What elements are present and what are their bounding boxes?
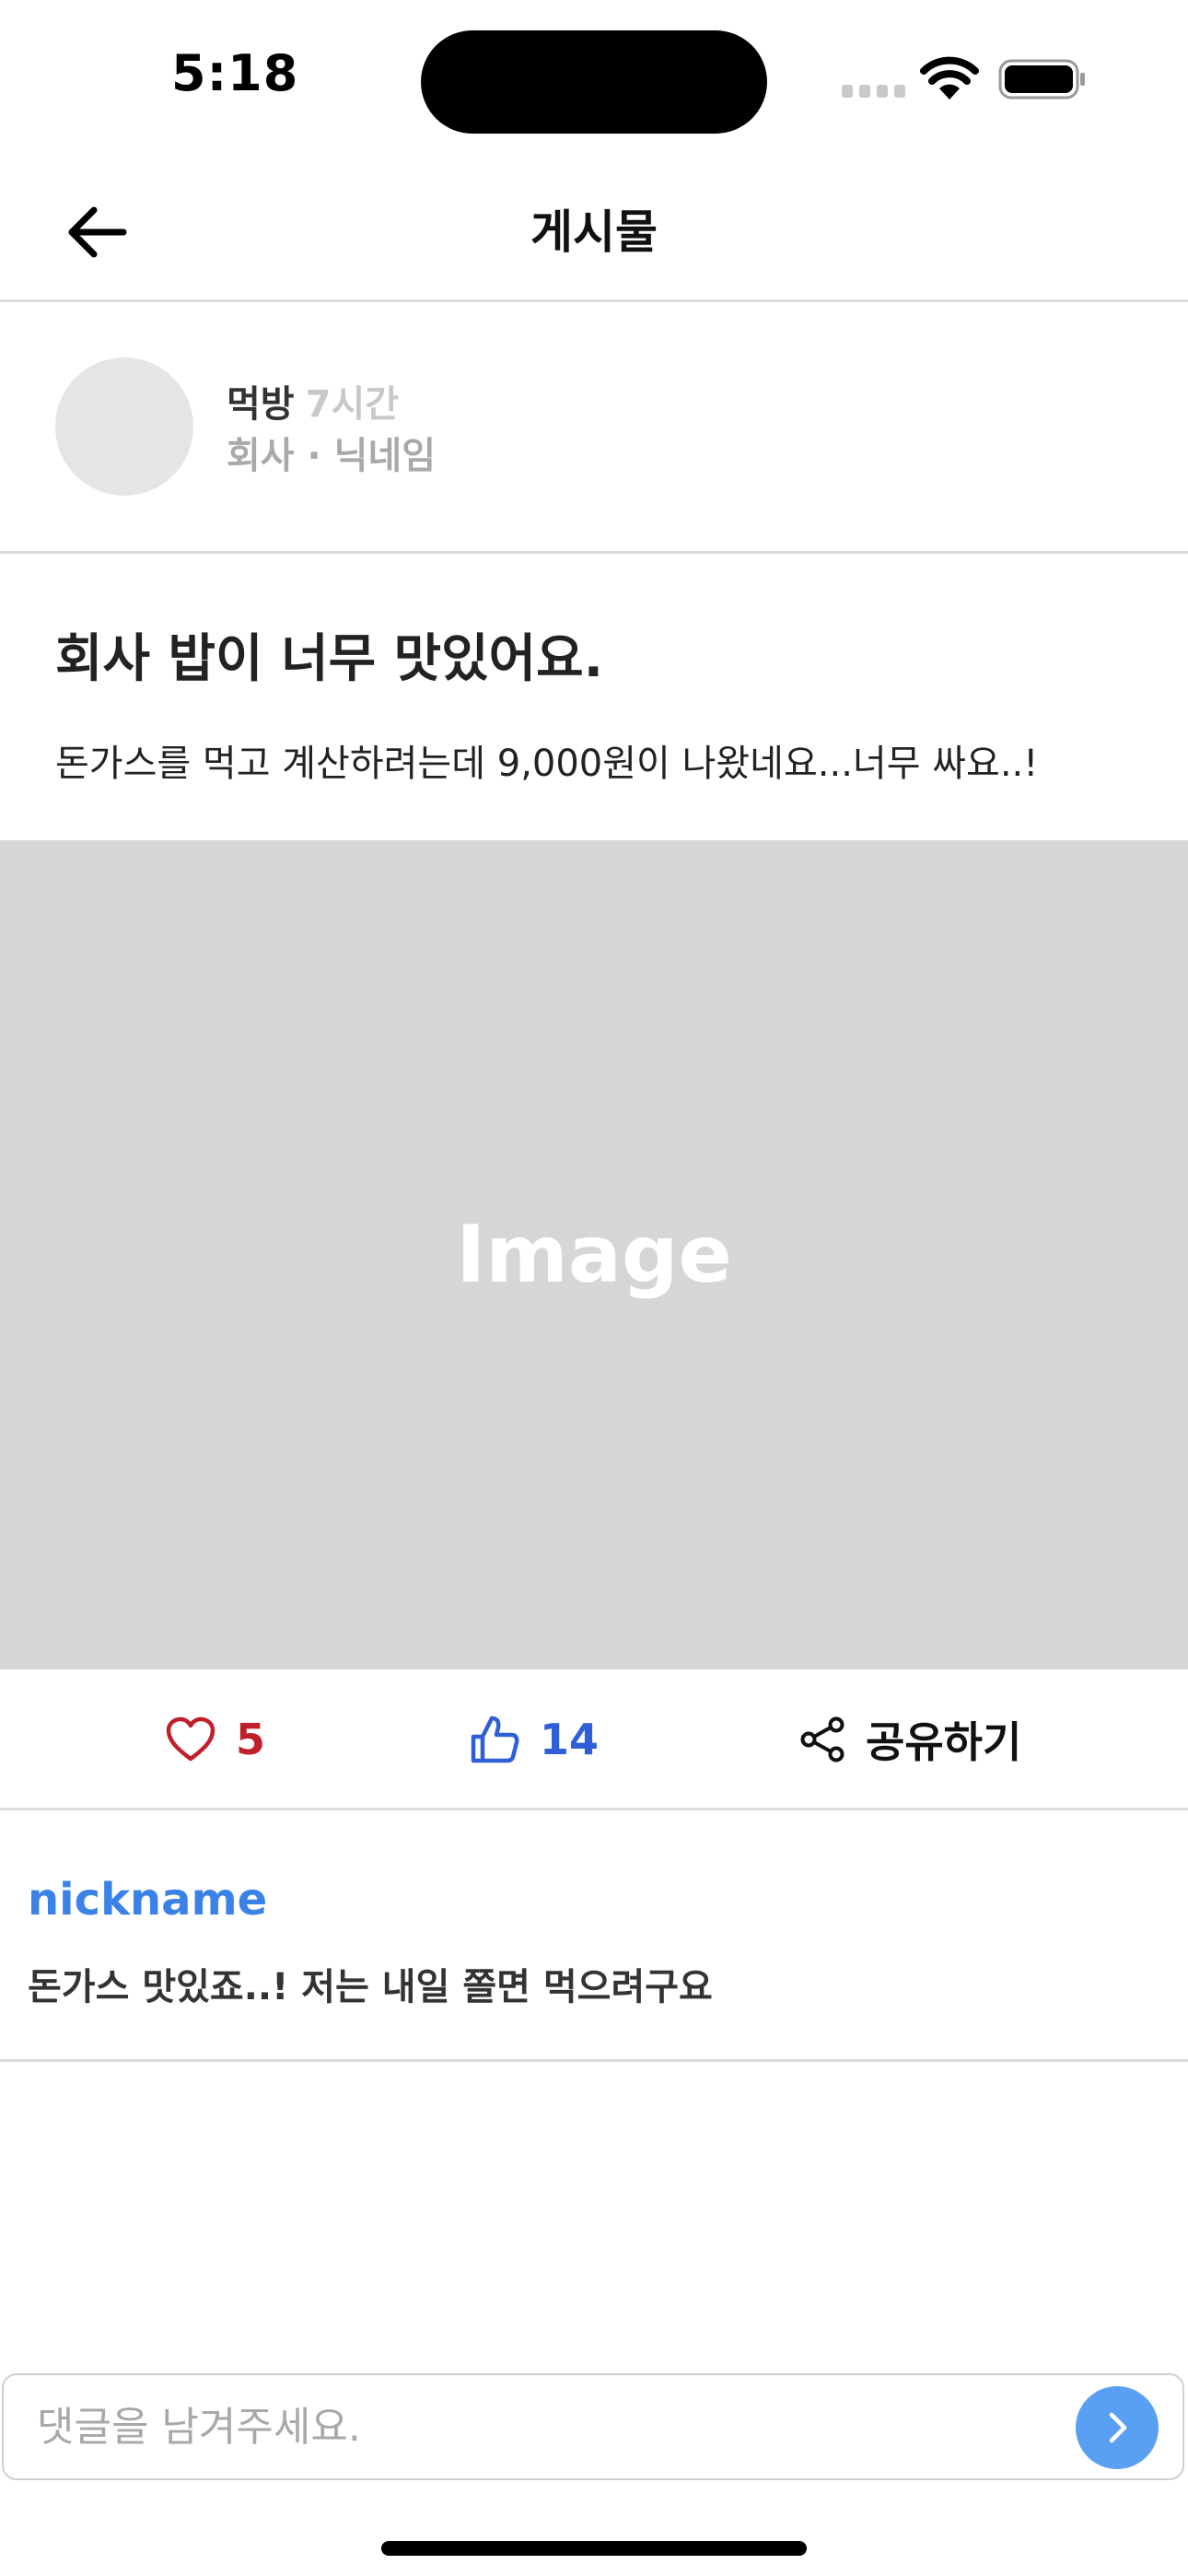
header-divider	[0, 299, 1188, 302]
page-title: 게시물	[530, 205, 658, 259]
share-label: 공유하기	[866, 1717, 1022, 1767]
post-body: 돈가스를 먹고 계산하려는데 9,000원이 나왔네요...너무 싸요..!	[55, 743, 1039, 785]
avatar[interactable]	[55, 357, 193, 496]
post-title: 회사 밥이 너무 맛있어요.	[55, 629, 603, 689]
share-icon	[800, 1716, 844, 1762]
heart-icon	[166, 1716, 215, 1762]
back-button[interactable]	[55, 195, 138, 269]
dynamic-island	[421, 30, 767, 134]
post-image[interactable]: Image	[0, 840, 1188, 1669]
comment-divider	[0, 2059, 1188, 2062]
comment-input[interactable]	[37, 2392, 1050, 2462]
comment-nickname[interactable]: nickname	[28, 1874, 267, 1926]
status-time: 5:18	[171, 44, 299, 102]
actions-divider	[0, 1808, 1188, 1810]
post-time: 7시간	[305, 383, 400, 426]
thumbs-up-count: 14	[540, 1715, 600, 1764]
author-divider	[0, 551, 1188, 554]
like-count: 5	[236, 1715, 266, 1764]
author-meta: 회사 · 닉네임	[227, 435, 437, 477]
home-indicator	[381, 2541, 807, 2556]
thumbs-up-icon	[471, 1715, 519, 1763]
share-button[interactable]: 공유하기	[799, 1703, 1021, 1776]
battery-icon	[998, 59, 1085, 100]
wifi-icon	[920, 56, 979, 100]
send-button[interactable]	[1076, 2386, 1159, 2469]
like-button[interactable]: 5	[166, 1703, 265, 1776]
author-line: 먹방 7시간	[227, 374, 399, 427]
comment-text: 돈가스 맛있죠..! 저는 내일 쫄면 먹으려구요	[28, 1966, 713, 2008]
cellular-signal-icon	[842, 85, 906, 98]
post-category: 먹방	[227, 383, 295, 426]
thumbs-up-button[interactable]: 14	[470, 1703, 599, 1776]
image-placeholder-label: Image	[456, 1209, 732, 1301]
comment-input-bar	[2, 2373, 1184, 2480]
chevron-right-icon	[1109, 2412, 1127, 2443]
arrow-left-icon	[68, 206, 127, 258]
